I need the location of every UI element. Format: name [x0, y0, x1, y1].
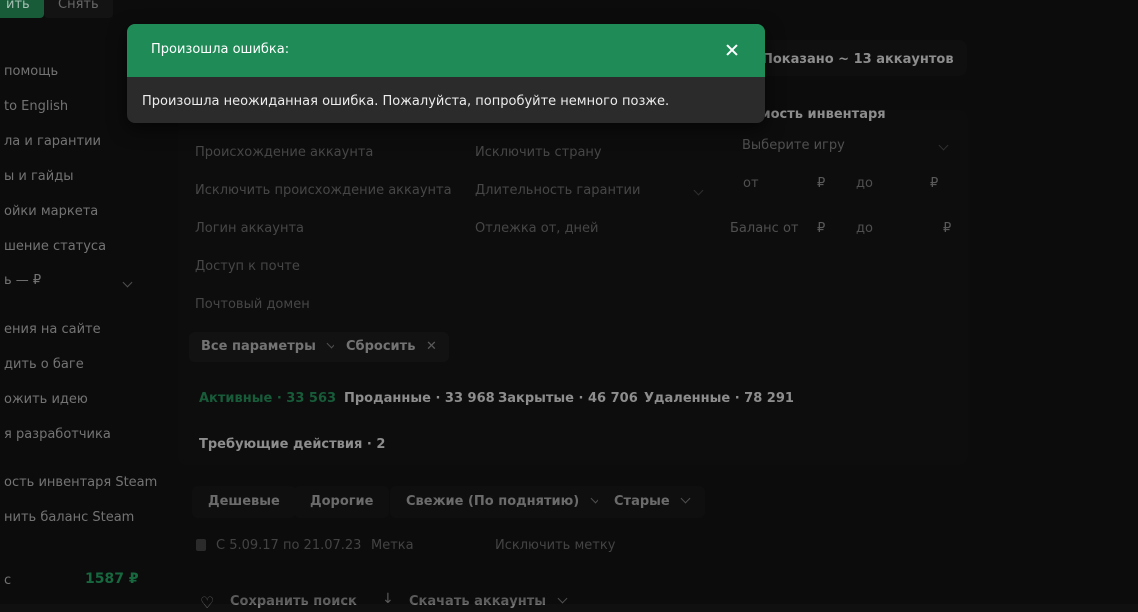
modal-header: Произошла ошибка: [127, 24, 765, 77]
error-modal: Произошла ошибка: Произошла неожиданная … [127, 24, 765, 123]
modal-title: Произошла ошибка: [151, 42, 290, 57]
close-icon[interactable] [725, 43, 739, 57]
modal-message: Произошла неожиданная ошибка. Пожалуйста… [142, 94, 670, 109]
